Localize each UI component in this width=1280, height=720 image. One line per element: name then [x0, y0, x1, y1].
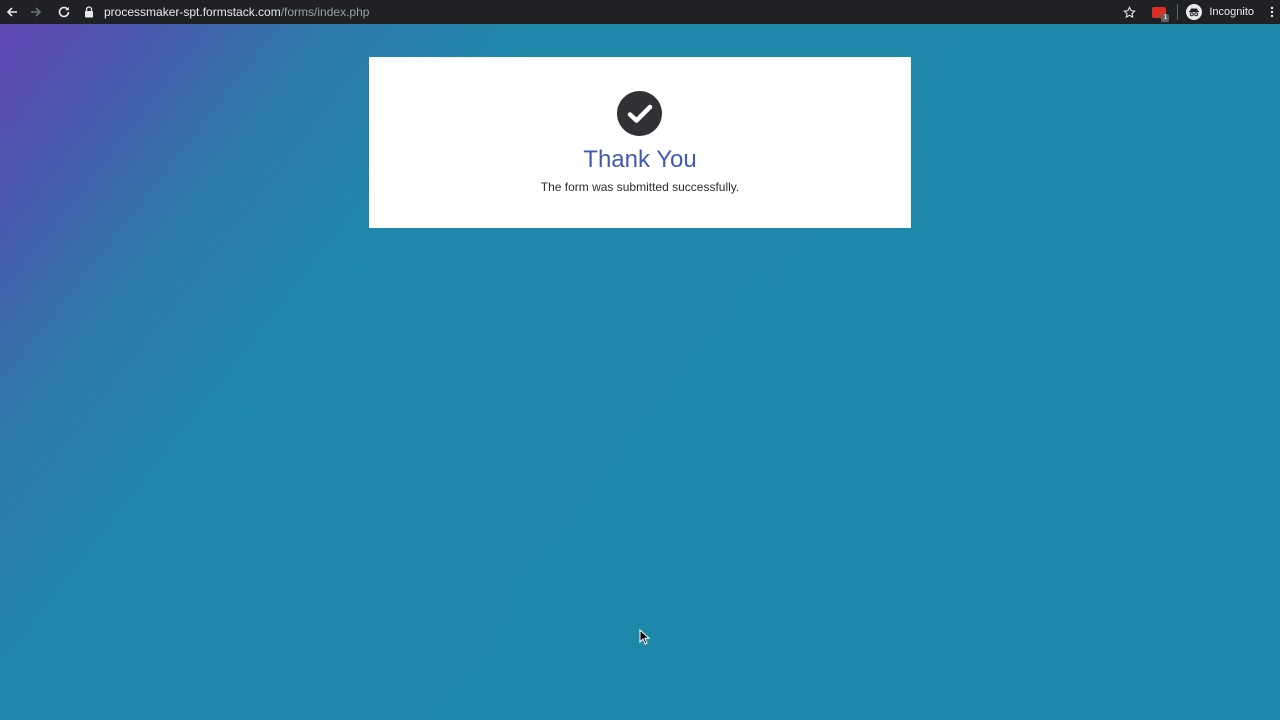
bookmark-button[interactable]	[1119, 0, 1139, 24]
confirmation-title: Thank You	[583, 146, 697, 173]
reload-icon	[58, 6, 70, 18]
forward-arrow-icon	[31, 7, 42, 17]
star-icon	[1122, 5, 1136, 18]
confirmation-message: The form was submitted successfully.	[540, 180, 740, 194]
forward-button[interactable]	[24, 0, 48, 24]
profile-label: Incognito	[1209, 6, 1254, 18]
extension-button[interactable]: 1	[1149, 0, 1170, 24]
mouse-cursor-icon	[639, 629, 651, 645]
reload-button[interactable]	[52, 0, 76, 24]
browser-toolbar: processmaker-spt.formstack.com/forms/ind…	[0, 0, 1280, 24]
url-text: processmaker-spt.formstack.com/forms/ind…	[104, 5, 369, 19]
back-button[interactable]	[0, 0, 24, 24]
lock-icon[interactable]	[82, 5, 96, 19]
checkmark-icon	[617, 91, 662, 136]
extension-badge: 1	[1161, 14, 1170, 22]
address-bar[interactable]: processmaker-spt.formstack.com/forms/ind…	[76, 0, 1106, 24]
url-path: /forms/index.php	[280, 5, 370, 19]
incognito-icon	[1186, 4, 1203, 20]
url-host: processmaker-spt.formstack.com	[104, 5, 281, 19]
browser-menu-button[interactable]	[1264, 0, 1280, 24]
kebab-menu-icon	[1270, 6, 1274, 18]
toolbar-divider	[1177, 4, 1179, 20]
back-arrow-icon	[6, 7, 17, 17]
profile-button[interactable]: Incognito	[1186, 0, 1264, 24]
confirmation-card: Thank You The form was submitted success…	[369, 57, 911, 228]
page-viewport: Thank You The form was submitted success…	[0, 24, 1280, 720]
toolbar-actions: 1 Incognito	[1119, 0, 1280, 24]
